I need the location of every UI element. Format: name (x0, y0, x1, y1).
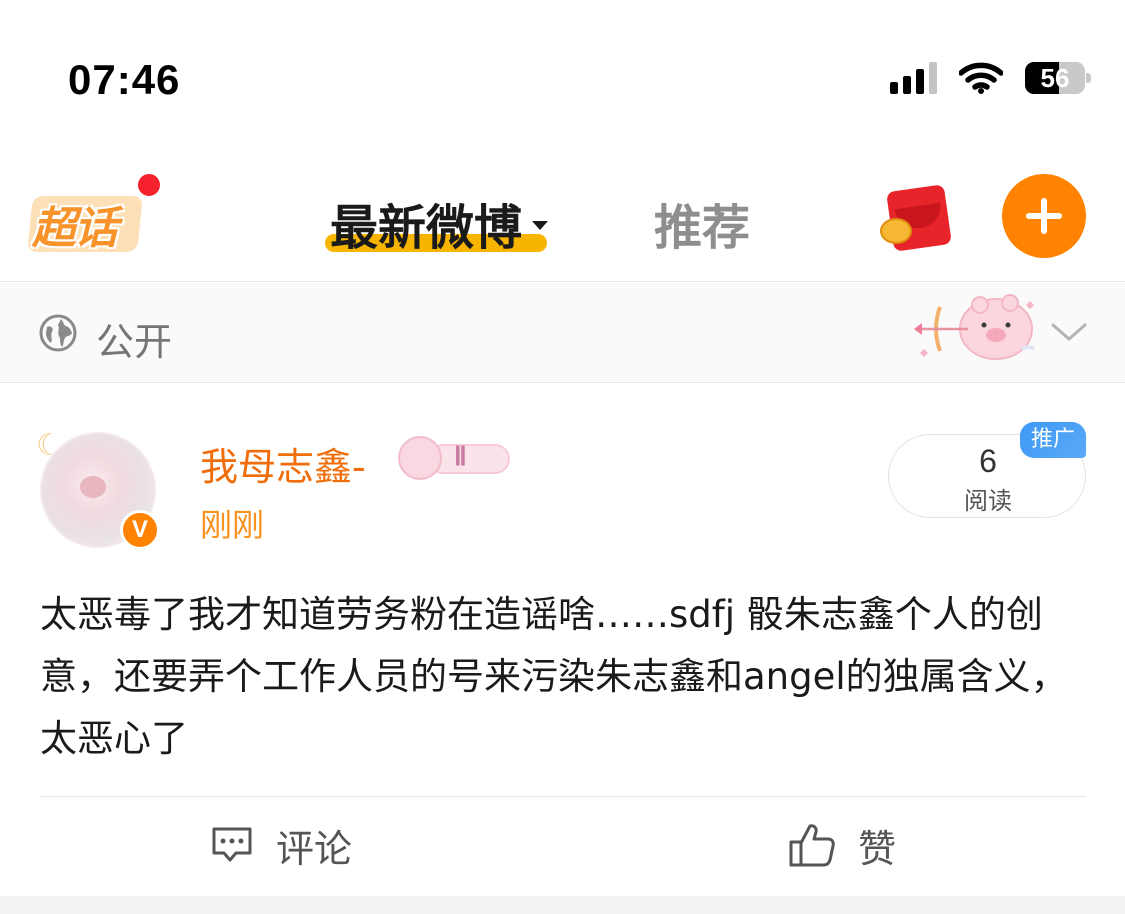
red-envelope-icon[interactable] (880, 184, 956, 252)
tab-latest-label: 最新微博 (330, 200, 523, 256)
compose-plus-button[interactable] (1002, 174, 1086, 258)
chaohua-button[interactable]: 超话 (27, 188, 146, 256)
user-level-badge: Ⅱ (398, 436, 512, 480)
post-time: 刚刚 (200, 506, 265, 544)
top-nav-bar: 超话 最新微博 推荐 (0, 150, 1125, 282)
thumbs-up-icon (789, 824, 835, 867)
comment-label: 评论 (276, 826, 353, 871)
promote-badge[interactable]: 推广 (1020, 422, 1086, 458)
user-level-label: Ⅱ (454, 442, 467, 471)
chevron-down-icon[interactable] (1050, 317, 1088, 345)
caret-down-icon (532, 220, 549, 230)
feed-separator (0, 896, 1125, 914)
post-username[interactable]: 我母志鑫- (200, 436, 366, 491)
bear-icon (398, 436, 442, 480)
post-content: 太恶毒了我才知道劳务粉在造谣啥……sdfj 骰朱志鑫个人的创意，还要弄个工作人员… (40, 593, 1068, 760)
post-card: ☾ V 我母志鑫- Ⅱ 刚刚 6 阅读 推广 太恶毒了我才知道劳务粉在造谣啥……… (0, 384, 1125, 896)
reads-label: 阅读 (964, 487, 1012, 515)
tab-latest-weibo[interactable]: 最新微博 (330, 188, 549, 258)
comment-icon (212, 827, 252, 862)
battery-level: 56 (1040, 63, 1070, 93)
tab-recommend[interactable]: 推荐 (654, 188, 750, 258)
cellular-signal-icon (890, 62, 937, 94)
moon-icon: ☾ (36, 428, 63, 463)
cupid-pig-sticker-icon (914, 294, 1036, 360)
divider (40, 796, 1086, 797)
chaohua-label: 超话 (32, 203, 118, 254)
globe-icon (39, 314, 77, 352)
visibility-selector[interactable]: 公开 (0, 283, 1125, 383)
battery-icon: 56 (1025, 62, 1091, 94)
like-label: 赞 (858, 826, 897, 871)
notification-dot (136, 172, 162, 198)
wifi-icon (959, 62, 1003, 94)
visibility-label: 公开 (96, 320, 173, 364)
status-bar: 07:46 56 (0, 0, 1125, 130)
like-button[interactable]: 赞 (788, 820, 897, 871)
status-time: 07:46 (68, 56, 181, 103)
verified-badge-icon: V (120, 510, 160, 550)
status-icons: 56 (890, 62, 1091, 94)
comment-button[interactable]: 评论 (210, 820, 353, 871)
